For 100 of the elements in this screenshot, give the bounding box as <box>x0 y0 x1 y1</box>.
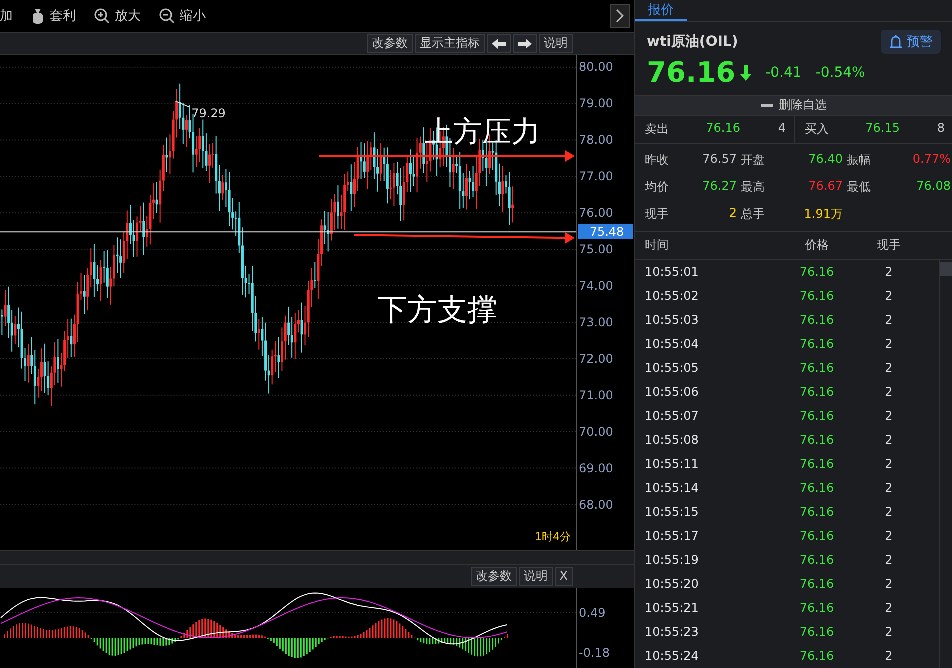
axis-label: 79.00 <box>579 96 614 110</box>
trade-time: 10:55:17 <box>645 529 700 543</box>
scroll-right-button[interactable] <box>513 34 537 54</box>
order-price: 76.16 <box>705 121 740 137</box>
stat-value: 1.91万 <box>803 206 843 223</box>
stat-label: 昨收 <box>645 152 670 169</box>
trade-volume: 2 <box>884 577 894 591</box>
alert-button[interactable]: 预警 <box>881 30 941 54</box>
trade-volume: 2 <box>884 505 894 519</box>
trade-time: 10:55:05 <box>645 361 700 375</box>
trade-volume: 2 <box>884 385 894 399</box>
order-volume: 8 <box>936 121 945 137</box>
trade-volume: 2 <box>884 289 894 303</box>
zoom-in-icon <box>94 8 110 24</box>
zoom-out-icon <box>159 8 175 24</box>
trade-time: 10:55:20 <box>645 577 700 591</box>
axis-label: 71.00 <box>579 388 614 402</box>
indicator-button[interactable]: 改参数 <box>470 566 517 586</box>
stat-label: 均价 <box>645 179 670 196</box>
trade-price: 76.16 <box>798 649 836 663</box>
chart-button[interactable]: 显示主指标 <box>415 34 485 54</box>
chart-button[interactable]: 说明 <box>539 34 573 54</box>
trade-volume: 2 <box>884 433 894 447</box>
trade-price: 76.16 <box>798 361 836 375</box>
trade-price: 76.16 <box>798 481 836 495</box>
stat-value: 76.40 <box>808 152 843 168</box>
trade-price: 76.16 <box>798 265 836 279</box>
column-header: 价格 <box>804 237 830 254</box>
axis-label: -0.18 <box>579 646 610 660</box>
trade-price: 76.16 <box>798 409 836 423</box>
stat-value: 76.67 <box>808 179 843 195</box>
timer-label: 1时4分 <box>535 530 571 544</box>
order-label: 卖出 <box>645 121 670 138</box>
order-volume: 4 <box>777 121 786 137</box>
indicator-button[interactable]: X <box>554 566 573 586</box>
left-arrow-icon <box>492 38 506 49</box>
trade-time: 10:55:07 <box>645 409 700 423</box>
stat-value: 76.08 <box>916 179 951 195</box>
stat-label: 现手 <box>645 206 670 223</box>
price-change-percent: -0.54% <box>816 64 866 80</box>
money-bag-icon <box>31 8 45 24</box>
stat-label: 最高 <box>741 179 766 196</box>
axis-label: 69.00 <box>579 461 614 476</box>
trade-time: 10:55:02 <box>645 289 700 303</box>
axis-label: 0.49 <box>579 606 606 620</box>
trade-time: 10:55:11 <box>645 457 700 471</box>
remove-watchlist-button[interactable]: 删除自选 <box>635 95 952 116</box>
trade-price: 76.16 <box>798 553 836 567</box>
toolbar-button[interactable]: 加 <box>0 7 13 26</box>
trade-price: 76.16 <box>798 385 836 399</box>
indicator-button[interactable]: 说明 <box>518 566 553 586</box>
expand-right-button[interactable] <box>610 4 630 28</box>
trade-volume: 2 <box>884 361 894 375</box>
toolbar-button[interactable]: 缩小 <box>159 7 206 26</box>
price-tag: 75.48 <box>578 224 633 239</box>
trade-price: 76.16 <box>798 313 836 327</box>
stat-value: 0.77% <box>912 152 951 168</box>
axis-label: 70.00 <box>579 424 614 439</box>
trade-volume: 2 <box>884 625 894 639</box>
column-header: 时间 <box>645 237 670 254</box>
trade-volume: 2 <box>884 265 894 279</box>
panel-tab[interactable]: 报价 <box>635 0 687 21</box>
axis-label: 74.00 <box>579 278 614 293</box>
scroll-left-button[interactable] <box>487 34 511 54</box>
trade-volume: 2 <box>884 313 894 327</box>
price-change: -0.41 <box>766 64 802 80</box>
order-price: 76.15 <box>864 121 900 137</box>
trade-price: 76.16 <box>798 289 836 303</box>
column-header: 现手 <box>876 237 902 254</box>
trade-time: 10:55:24 <box>645 649 700 663</box>
trade-volume: 2 <box>884 457 894 471</box>
trade-price: 76.16 <box>798 625 836 639</box>
chevron-right-icon <box>616 9 624 24</box>
stat-label: 总手 <box>741 206 766 223</box>
trade-time: 10:55:15 <box>645 505 700 519</box>
right-arrow-icon <box>518 38 532 49</box>
bell-icon <box>889 35 903 49</box>
trade-price: 76.16 <box>798 577 836 591</box>
stat-label: 开盘 <box>741 152 766 169</box>
trade-time: 10:55:03 <box>645 313 700 327</box>
axis-label: 76.00 <box>579 206 614 220</box>
axis-label: 68.00 <box>579 498 614 512</box>
toolbar-button[interactable]: 放大 <box>94 7 141 26</box>
trade-price: 76.16 <box>798 457 836 471</box>
trade-volume: 2 <box>884 601 894 615</box>
trade-time: 10:55:19 <box>645 553 700 567</box>
trade-price: 76.16 <box>798 529 836 543</box>
annotation-label: 下方支撑 <box>377 292 498 328</box>
trade-time: 10:55:01 <box>645 265 700 279</box>
axis-label: 75.00 <box>579 242 614 256</box>
last-price: 76.16 <box>647 56 736 89</box>
trade-volume: 2 <box>884 337 894 351</box>
order-label: 买入 <box>805 121 830 138</box>
minus-icon <box>761 104 773 108</box>
instrument-name: wti原油(OIL) <box>647 33 738 51</box>
axis-label: 78.00 <box>579 132 614 147</box>
trade-time: 10:55:04 <box>645 337 700 351</box>
scrollbar-thumb[interactable] <box>940 262 952 276</box>
toolbar-button[interactable]: 套利 <box>31 7 76 26</box>
chart-button[interactable]: 改参数 <box>367 34 413 54</box>
